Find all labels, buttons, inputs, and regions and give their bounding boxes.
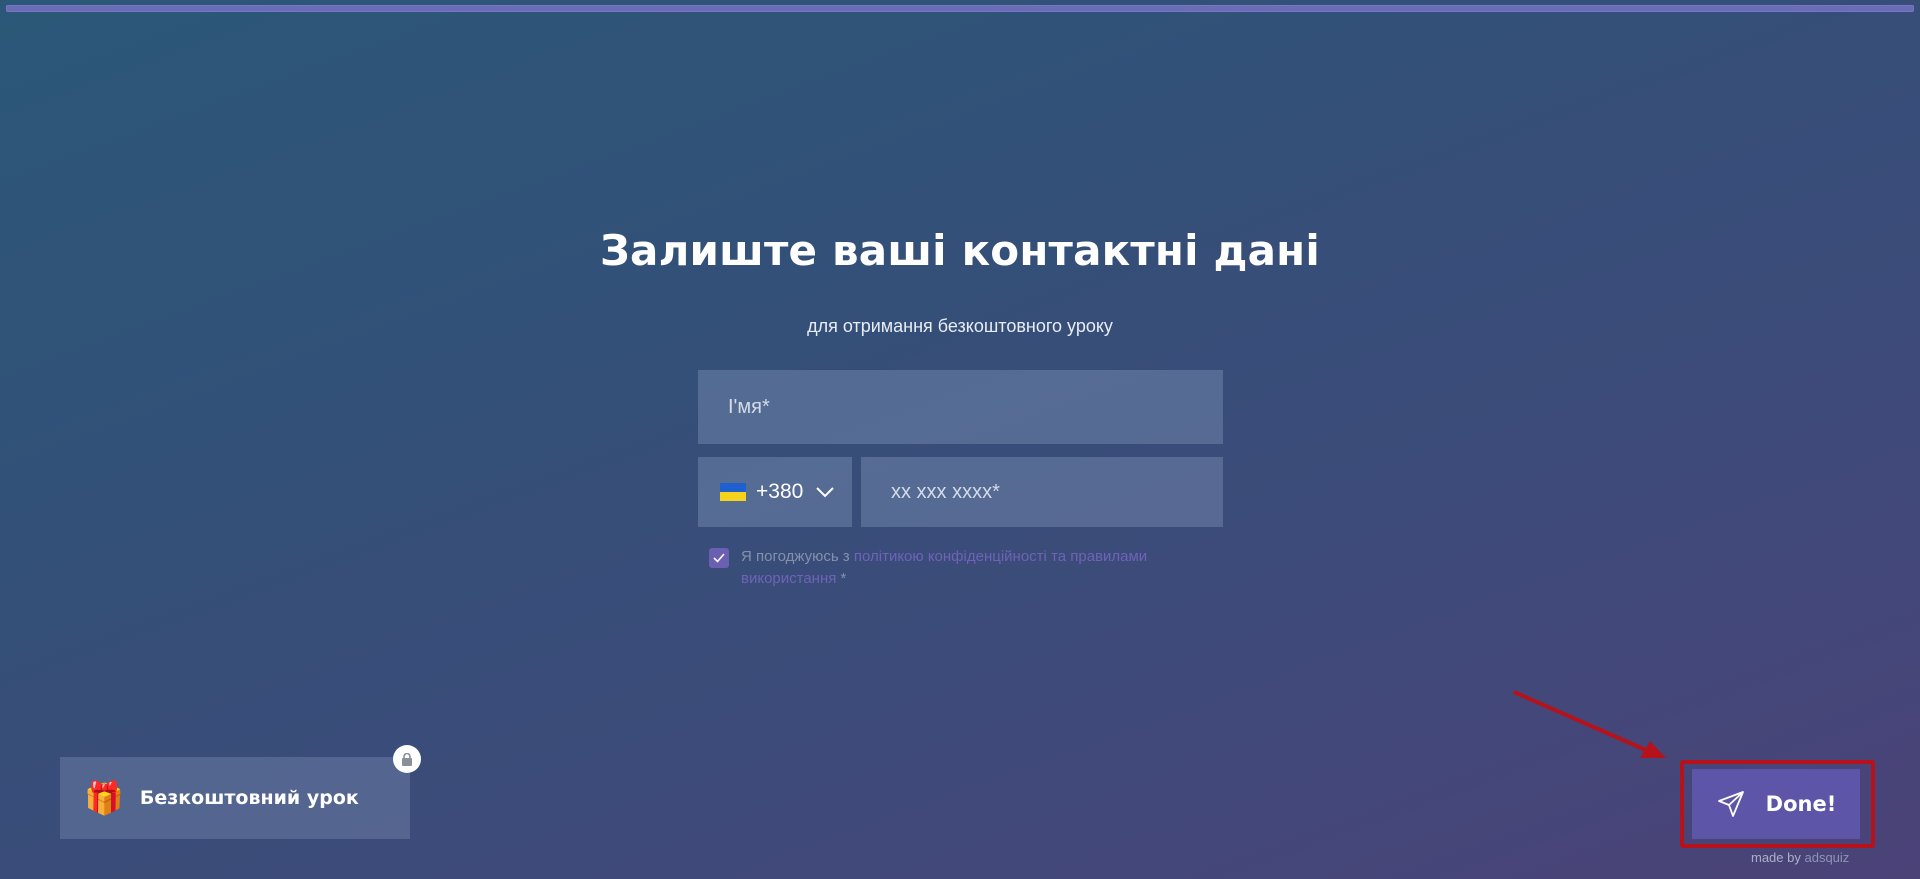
phone-field-wrapper <box>861 457 1223 527</box>
made-by-credit: made by adsquiz <box>1751 850 1850 865</box>
dial-code: +380 <box>756 480 804 503</box>
bonus-card: 🎁 Безкоштовний урок <box>60 757 410 839</box>
bonus-label: Безкоштовний урок <box>139 787 359 809</box>
done-button[interactable]: Done! <box>1692 769 1860 839</box>
adsquiz-link[interactable]: adsquiz <box>1804 850 1849 865</box>
checkmark-icon <box>713 553 725 563</box>
country-code-select[interactable]: +380 <box>698 457 852 527</box>
done-label: Done! <box>1765 792 1837 816</box>
name-input[interactable] <box>698 370 1223 444</box>
form-subtitle: для отримання безкоштовного уроку <box>807 316 1113 336</box>
phone-input[interactable] <box>861 457 1223 527</box>
consent-checkbox[interactable] <box>709 548 729 568</box>
lock-icon <box>393 745 421 773</box>
gift-icon: 🎁 <box>84 780 124 816</box>
progress-fill <box>7 6 1913 11</box>
consent-row: Я погоджуюсь з політикою конфіденційност… <box>709 546 1189 590</box>
form-title: Залиште ваші контактні дані <box>600 226 1320 275</box>
send-icon <box>1717 791 1744 817</box>
consent-text: Я погоджуюсь з політикою конфіденційност… <box>741 548 1148 587</box>
ukraine-flag-icon <box>720 483 746 501</box>
chevron-down-icon <box>816 487 835 498</box>
progress-bar <box>6 5 1914 12</box>
name-field-wrapper <box>698 370 1223 444</box>
